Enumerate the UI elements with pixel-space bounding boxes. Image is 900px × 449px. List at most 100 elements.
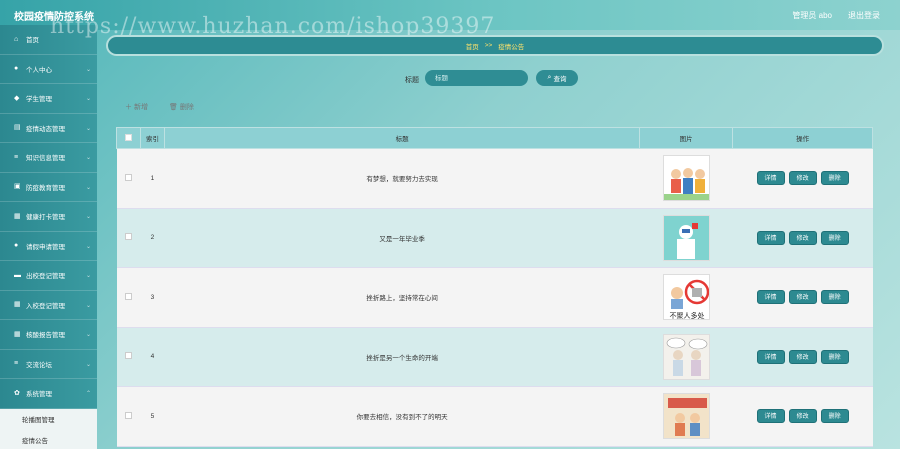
poster-illustration [663, 394, 709, 439]
image-caption: 不聚人多处 [669, 311, 704, 320]
chevron-down-icon: ⌄ [85, 273, 91, 279]
sidebar: ⌂ 首页 ● 个人中心 ⌄ ◆ 学生管理 ⌄ ▤ 疫情动态管理 ⌄ ≡ 知识信息管理 ⌄ ▣ 防疫教… [0, 25, 97, 449]
row-checkbox[interactable] [124, 292, 132, 300]
sketch-illustration [663, 334, 709, 379]
chevron-down-icon: ⌄ [85, 184, 91, 191]
sidebar-item-health-checkin[interactable]: ▦ 健康打卡管理 ⌄ [0, 202, 97, 232]
select-all-checkbox-cell[interactable] [116, 127, 141, 149]
sidebar-item-leave[interactable]: ● 请假申请管理 ⌄ [0, 231, 97, 261]
row-checkbox[interactable] [124, 233, 132, 241]
sidebar-item-profile[interactable]: ● 个人中心 ⌄ [0, 54, 97, 84]
row-index: 1 [140, 148, 165, 209]
chevron-down-icon: ⌄ [85, 302, 91, 309]
table-header: 索引 标题 图片 操作 [116, 127, 873, 149]
sidebar-item-exit-register[interactable]: ▬ 出校登记管理 ⌄ [0, 261, 97, 291]
breadcrumb-separator: >> [484, 42, 493, 49]
breadcrumb-current: 疫情公告 [498, 43, 525, 51]
search-label: 标题 [405, 77, 419, 84]
row-checkbox[interactable] [124, 352, 132, 360]
search-icon: ⌕ [547, 74, 552, 81]
table-row: 4 挫折是另一个生命的开端 详情 修改 删除 [116, 327, 873, 387]
breadcrumb: 首页 >> 疫情公告 [106, 35, 884, 56]
sidebar-item-education[interactable]: ▣ 防疫教育管理 ⌄ [0, 172, 97, 202]
book-icon: ▣ [14, 183, 21, 191]
edit-button[interactable]: 修改 [788, 349, 817, 364]
announcement-image [662, 333, 710, 380]
announcement-image [662, 393, 710, 440]
edit-button[interactable]: 修改 [788, 409, 817, 424]
row-index: 5 [140, 386, 165, 447]
row-title: 又是一年毕业季 [164, 208, 640, 268]
announcement-image [662, 214, 710, 261]
table-row: 5 你要去相信，没有到不了的明天 详情 修改 删除 [116, 386, 873, 447]
user-icon: ● [14, 242, 19, 250]
add-button[interactable]: ＋ 新增 [125, 102, 148, 112]
detail-button[interactable]: 详情 [756, 290, 785, 305]
chevron-down-icon: ⌄ [85, 243, 91, 250]
edit-button[interactable]: 修改 [788, 290, 817, 305]
detail-button[interactable]: 详情 [756, 409, 785, 424]
sidebar-item-epidemic-news[interactable]: ▤ 疫情动态管理 ⌄ [0, 113, 97, 143]
column-header-image: 图片 [639, 127, 734, 149]
row-index: 4 [140, 327, 165, 387]
search-input[interactable] [425, 70, 528, 86]
grid-icon: ▦ [14, 301, 21, 309]
settings-icon: ✿ [14, 389, 20, 397]
query-button[interactable]: ⌕ 查询 [536, 70, 578, 86]
list-icon: ≡ [14, 360, 19, 368]
row-index: 3 [140, 267, 165, 328]
chevron-down-icon: ⌄ [85, 332, 91, 338]
sidebar-subitem-carousel[interactable]: 轮播图管理 [0, 409, 97, 430]
row-checkbox[interactable] [124, 173, 132, 181]
row-title: 有梦想，就要努力去实现 [164, 148, 640, 209]
row-checkbox[interactable] [124, 411, 132, 419]
column-header-title: 标题 [163, 127, 641, 149]
chevron-up-icon: ⌃ [85, 391, 91, 397]
delete-row-button[interactable]: 删除 [820, 171, 849, 186]
edit-button[interactable]: 修改 [788, 230, 817, 245]
delete-row-button[interactable]: 删除 [820, 290, 849, 305]
chevron-down-icon: ⌄ [85, 125, 91, 132]
grid-icon: ▦ [14, 330, 21, 338]
column-header-actions: 操作 [732, 127, 873, 149]
row-title: 挫折是另一个生命的开端 [164, 327, 640, 387]
delete-row-button[interactable]: 删除 [820, 230, 849, 245]
row-index: 2 [140, 208, 165, 268]
row-title: 挫折路上，坚持常在心间 [164, 267, 640, 328]
announcement-table: 索引 标题 图片 操作 1 有梦想，就要努力去实现 详情 修改 删除 2 又是一年毕… [116, 127, 873, 447]
medic-illustration [663, 215, 709, 260]
sidebar-item-forum[interactable]: ≡ 交流论坛 ⌄ [0, 349, 97, 379]
sidebar-item-nucleic-report[interactable]: ▦ 核酸报告管理 ⌄ [0, 320, 97, 350]
chevron-down-icon: ⌄ [85, 66, 91, 73]
sidebar-item-students[interactable]: ◆ 学生管理 ⌄ [0, 84, 97, 114]
student-icon: ◆ [14, 94, 20, 102]
detail-button[interactable]: 详情 [756, 230, 785, 245]
breadcrumb-home[interactable]: 首页 [466, 41, 479, 51]
chevron-down-icon: ⌄ [85, 155, 91, 161]
detail-button[interactable]: 详情 [756, 171, 785, 186]
row-title: 你要去相信，没有到不了的明天 [164, 386, 640, 447]
announcement-image: 不聚人多处 [662, 274, 710, 321]
system-submenu: 轮播图管理 疫情公告 [0, 408, 97, 449]
detail-button[interactable]: 详情 [756, 349, 785, 364]
user-icon: ● [14, 65, 19, 73]
logout-link[interactable]: 退出登录 [848, 10, 880, 21]
sidebar-item-system[interactable]: ✿ 系统管理 ⌃ [0, 379, 97, 409]
chat-icon: ▬ [14, 271, 21, 279]
edit-button[interactable]: 修改 [788, 171, 817, 186]
table-row: 1 有梦想，就要努力去实现 详情 修改 删除 [116, 148, 873, 209]
family-illustration [663, 156, 709, 201]
no-gathering-illustration: 不聚人多处 [663, 275, 709, 320]
sidebar-item-entry-register[interactable]: ▦ 入校登记管理 ⌄ [0, 290, 97, 320]
plus-icon: ＋ [125, 104, 134, 111]
table-row: 2 又是一年毕业季 详情 修改 删除 [116, 208, 873, 268]
chevron-down-icon: ⌄ [85, 361, 91, 368]
delete-button[interactable]: 🗑 删除 [169, 102, 194, 112]
select-all-checkbox[interactable] [124, 133, 132, 141]
sidebar-subitem-announcement[interactable]: 疫情公告 [0, 430, 97, 449]
delete-row-button[interactable]: 删除 [820, 409, 849, 424]
home-icon: ⌂ [14, 35, 19, 43]
chevron-down-icon: ⌄ [85, 96, 91, 102]
delete-row-button[interactable]: 删除 [820, 349, 849, 364]
sidebar-item-knowledge[interactable]: ≡ 知识信息管理 ⌄ [0, 143, 97, 173]
